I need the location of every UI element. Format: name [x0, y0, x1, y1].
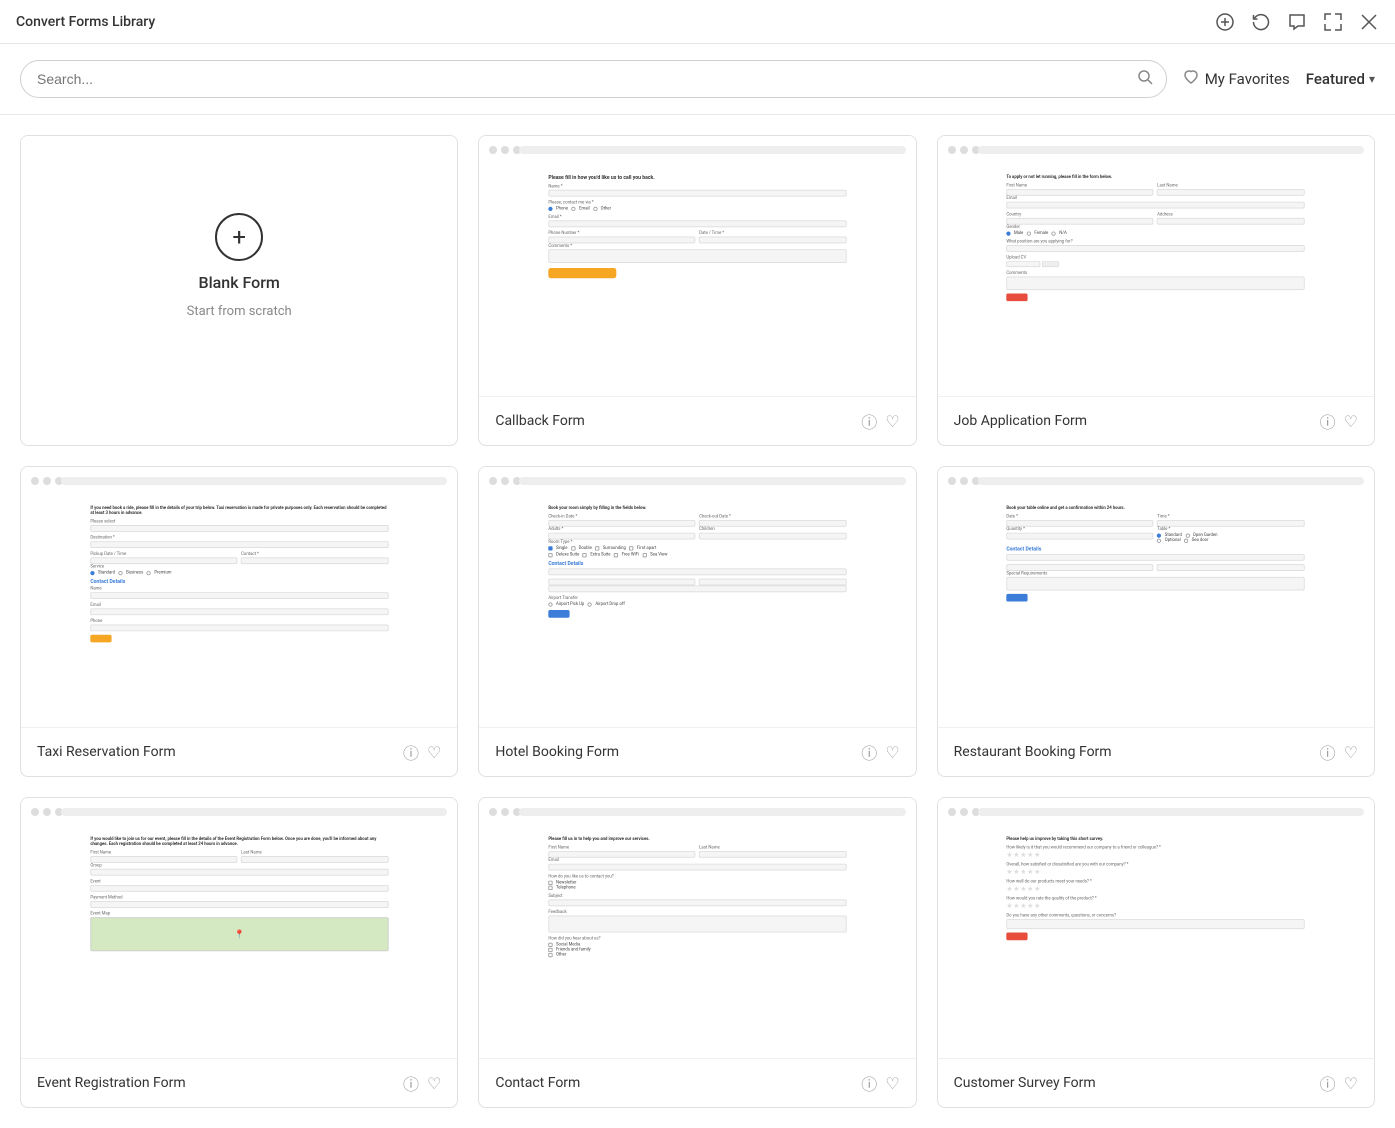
- chevron-down-icon: ▾: [1369, 72, 1375, 86]
- heart-icon[interactable]: ♡: [885, 743, 899, 762]
- card-taxi[interactable]: If you need book a ride, please fill in …: [20, 466, 458, 777]
- card-footer-callback: Callback Form ⓘ ♡: [479, 396, 915, 445]
- header: My Favorites Featured ▾: [0, 44, 1395, 115]
- plus-icon[interactable]: [1215, 12, 1235, 32]
- preview-dots: [948, 146, 980, 154]
- info-icon[interactable]: ⓘ: [1320, 1071, 1336, 1095]
- card-grid: + Blank Form Start from scratch Please f…: [0, 115, 1395, 1128]
- preview-bar: [519, 808, 905, 816]
- card-preview-survey: Please help us improve by taking this sh…: [938, 798, 1374, 1058]
- preview-bar: [978, 808, 1364, 816]
- card-footer-restaurant: Restaurant Booking Form ⓘ ♡: [938, 727, 1374, 776]
- info-icon[interactable]: ⓘ: [1320, 740, 1336, 764]
- info-icon[interactable]: ⓘ: [861, 1071, 877, 1095]
- info-icon[interactable]: ⓘ: [861, 409, 877, 433]
- preview-dots: [948, 477, 980, 485]
- heart-icon[interactable]: ♡: [885, 412, 899, 431]
- heart-icon[interactable]: ♡: [885, 1074, 899, 1093]
- info-icon[interactable]: ⓘ: [861, 740, 877, 764]
- expand-icon[interactable]: [1323, 12, 1343, 32]
- close-icon[interactable]: [1359, 12, 1379, 32]
- blank-plus-icon: +: [215, 213, 263, 261]
- card-title-hotel: Hotel Booking Form: [495, 744, 619, 760]
- blank-form-content: + Blank Form Start from scratch: [187, 136, 292, 396]
- card-footer-hotel: Hotel Booking Form ⓘ ♡: [479, 727, 915, 776]
- card-title-contact: Contact Form: [495, 1075, 580, 1091]
- card-footer-contact: Contact Form ⓘ ♡: [479, 1058, 915, 1107]
- card-footer-event: Event Registration Form ⓘ ♡: [21, 1058, 457, 1107]
- preview-bar: [61, 808, 447, 816]
- preview-dots: [948, 808, 980, 816]
- card-title-event: Event Registration Form: [37, 1075, 186, 1091]
- featured-label: Featured: [1306, 70, 1365, 88]
- card-contact[interactable]: Please fill us in to help you and improv…: [478, 797, 916, 1108]
- card-preview-blank: + Blank Form Start from scratch: [21, 136, 457, 396]
- heart-icon[interactable]: ♡: [1344, 743, 1358, 762]
- card-preview-taxi: If you need book a ride, please fill in …: [21, 467, 457, 727]
- heart-icon[interactable]: ♡: [1344, 412, 1358, 431]
- search-icon: [1137, 69, 1153, 89]
- info-icon[interactable]: ⓘ: [1320, 409, 1336, 433]
- card-callback[interactable]: Please fill in how you'd like us to call…: [478, 135, 916, 446]
- card-footer-taxi: Taxi Reservation Form ⓘ ♡: [21, 727, 457, 776]
- card-footer-survey: Customer Survey Form ⓘ ♡: [938, 1058, 1374, 1107]
- card-blank[interactable]: + Blank Form Start from scratch: [20, 135, 458, 446]
- title-bar-controls: [1215, 12, 1379, 32]
- card-actions-taxi: ⓘ ♡: [403, 740, 441, 764]
- featured-button[interactable]: Featured ▾: [1306, 70, 1375, 88]
- heart-icon[interactable]: ♡: [427, 1074, 441, 1093]
- preview-bar: [519, 477, 905, 485]
- card-title-callback: Callback Form: [495, 413, 585, 429]
- preview-dots: [489, 146, 521, 154]
- heart-icon[interactable]: ♡: [1344, 1074, 1358, 1093]
- card-actions-job: ⓘ ♡: [1320, 409, 1358, 433]
- title-bar: Convert Forms Library: [0, 0, 1395, 44]
- card-preview-restaurant: Book your table online and get a confirm…: [938, 467, 1374, 727]
- card-restaurant[interactable]: Book your table online and get a confirm…: [937, 466, 1375, 777]
- card-actions-callback: ⓘ ♡: [861, 409, 899, 433]
- preview-bar: [61, 477, 447, 485]
- card-preview-callback: Please fill in how you'd like us to call…: [479, 136, 915, 396]
- card-hotel[interactable]: Book your room simply by filling in the …: [478, 466, 916, 777]
- chat-icon[interactable]: [1287, 12, 1307, 32]
- card-preview-hotel: Book your room simply by filling in the …: [479, 467, 915, 727]
- preview-dots: [489, 477, 521, 485]
- card-title-job: Job Application Form: [954, 413, 1087, 429]
- search-container: [20, 60, 1167, 98]
- card-job-application[interactable]: To apply or not let running, please fill…: [937, 135, 1375, 446]
- preview-dots: [489, 808, 521, 816]
- preview-bar: [519, 146, 905, 154]
- my-favorites-button[interactable]: My Favorites: [1183, 69, 1290, 89]
- preview-dots: [31, 808, 63, 816]
- card-title-restaurant: Restaurant Booking Form: [954, 744, 1112, 760]
- search-input[interactable]: [20, 60, 1167, 98]
- card-actions-restaurant: ⓘ ♡: [1320, 740, 1358, 764]
- blank-form-subtitle: Start from scratch: [187, 304, 292, 319]
- card-preview-contact: Please fill us in to help you and improv…: [479, 798, 915, 1058]
- card-preview-event: If you would like to join us for our eve…: [21, 798, 457, 1058]
- app-title: Convert Forms Library: [16, 14, 155, 30]
- card-title-taxi: Taxi Reservation Form: [37, 744, 176, 760]
- preview-bar: [978, 477, 1364, 485]
- card-title-survey: Customer Survey Form: [954, 1075, 1096, 1091]
- heart-icon: [1183, 69, 1199, 89]
- refresh-icon[interactable]: [1251, 12, 1271, 32]
- card-actions-event: ⓘ ♡: [403, 1071, 441, 1095]
- heart-icon[interactable]: ♡: [427, 743, 441, 762]
- info-icon[interactable]: ⓘ: [403, 1071, 419, 1095]
- blank-form-title: Blank Form: [198, 273, 279, 292]
- card-event[interactable]: If you would like to join us for our eve…: [20, 797, 458, 1108]
- card-preview-job: To apply or not let running, please fill…: [938, 136, 1374, 396]
- preview-bar: [978, 146, 1364, 154]
- info-icon[interactable]: ⓘ: [403, 740, 419, 764]
- card-actions-hotel: ⓘ ♡: [861, 740, 899, 764]
- card-footer-job: Job Application Form ⓘ ♡: [938, 396, 1374, 445]
- my-favorites-label: My Favorites: [1205, 70, 1290, 88]
- card-actions-contact: ⓘ ♡: [861, 1071, 899, 1095]
- card-actions-survey: ⓘ ♡: [1320, 1071, 1358, 1095]
- preview-dots: [31, 477, 63, 485]
- card-survey[interactable]: Please help us improve by taking this sh…: [937, 797, 1375, 1108]
